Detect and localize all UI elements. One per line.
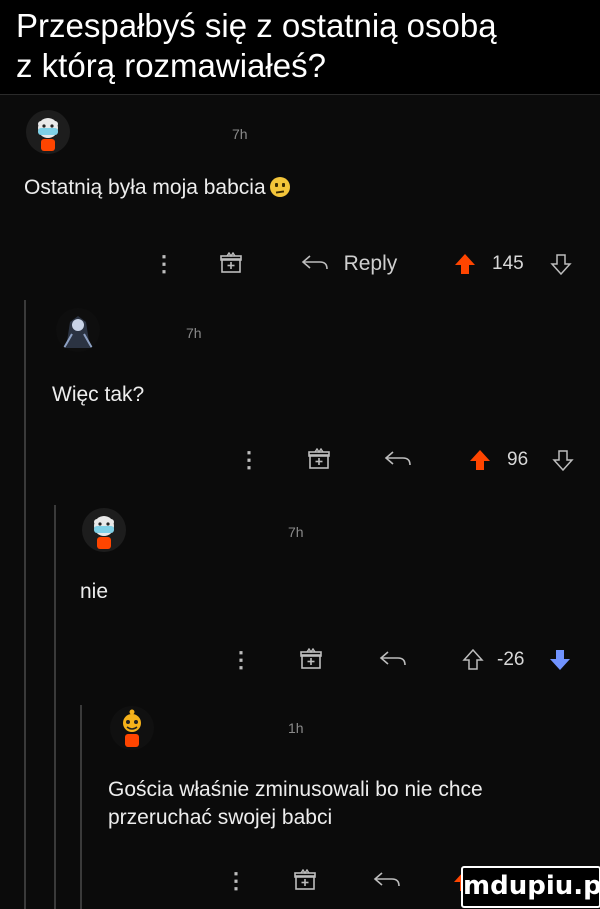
comment-actions: ⋮ -26: [0, 645, 600, 675]
award-icon[interactable]: [308, 447, 330, 479]
downvote-arrow-icon[interactable]: [550, 252, 572, 285]
award-icon[interactable]: [300, 647, 322, 679]
comment-actions: ⋮ 96: [0, 445, 600, 475]
comment-actions: ⋮ Reply 145: [0, 249, 600, 279]
vote-score: 96: [507, 449, 529, 470]
reply-arrow-icon[interactable]: [383, 445, 413, 475]
more-dots-icon[interactable]: ⋮: [230, 645, 252, 675]
more-dots-icon[interactable]: ⋮: [153, 249, 175, 279]
comment-time: 1h: [288, 720, 304, 736]
comment-time: 7h: [288, 524, 304, 540]
reply-arrow-icon[interactable]: [378, 645, 408, 675]
reply-arrow-icon[interactable]: [372, 866, 402, 896]
reply-label: Reply: [343, 252, 398, 275]
avatar[interactable]: [110, 706, 154, 750]
comment-text: Ostatnią była moja babcia: [24, 176, 266, 199]
downvote-arrow-icon[interactable]: [548, 648, 572, 681]
reply-arrow-icon: [301, 255, 328, 270]
confused-face-icon: [269, 177, 290, 197]
upvote-arrow-icon[interactable]: [462, 648, 484, 681]
avatar[interactable]: [82, 508, 126, 552]
comment-time: 7h: [186, 325, 202, 341]
more-dots-icon[interactable]: ⋮: [225, 866, 247, 896]
award-icon[interactable]: [220, 251, 242, 283]
upvote-arrow-icon[interactable]: [468, 448, 492, 481]
comment-text: nie: [80, 580, 109, 603]
watermark-logo: mdupiu.pl: [461, 866, 600, 908]
avatar[interactable]: [56, 308, 100, 352]
post-title-header: Przespałbyś się z ostatnią osobą z którą…: [0, 0, 600, 95]
comment-body: Ostatnią była moja babcia: [24, 176, 290, 200]
comment-time: 7h: [232, 126, 248, 142]
upvote-arrow-icon[interactable]: [453, 252, 477, 285]
reply-button[interactable]: Reply: [300, 249, 397, 279]
thread-line-level-1[interactable]: [24, 300, 26, 909]
vote-score: 145: [492, 253, 524, 274]
comment-text: Więc tak?: [52, 383, 145, 406]
comment-text: Gościa właśnie zminusowali bo nie chce p…: [108, 778, 483, 829]
more-dots-icon[interactable]: ⋮: [238, 445, 260, 475]
award-icon[interactable]: [294, 868, 316, 900]
thread-line-level-2[interactable]: [54, 505, 56, 909]
avatar[interactable]: [26, 110, 70, 154]
downvote-arrow-icon[interactable]: [552, 448, 574, 481]
post-title-line-2: z którą rozmawiałeś?: [16, 47, 326, 84]
vote-score: -26: [497, 649, 525, 670]
post-title-line-1: Przespałbyś się z ostatnią osobą: [16, 7, 497, 44]
